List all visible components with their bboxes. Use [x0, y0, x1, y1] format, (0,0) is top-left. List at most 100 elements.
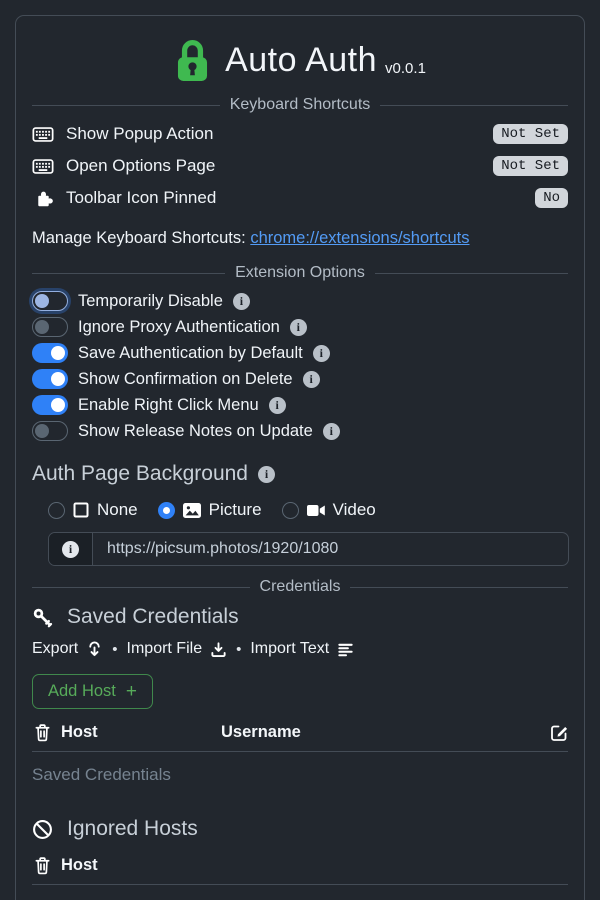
- ignored-hosts-empty-text: Ignored Hosts: [32, 885, 568, 900]
- ignored-hosts-heading: Ignored Hosts: [32, 814, 568, 844]
- toggle-label: Temporarily Disable: [78, 292, 223, 311]
- shortcut-label: Toolbar Icon Pinned: [66, 188, 216, 208]
- toggle-row: Show Release Notes on Update i: [32, 418, 568, 444]
- toggle-ignore-proxy-auth[interactable]: [32, 317, 68, 337]
- toggle-label: Save Authentication by Default: [78, 344, 303, 363]
- toggle-label: Ignore Proxy Authentication: [78, 318, 280, 337]
- toggle-row: Save Authentication by Default i: [32, 340, 568, 366]
- info-icon[interactable]: i: [303, 371, 320, 388]
- shortcut-label: Open Options Page: [66, 156, 215, 176]
- shortcut-status-badge: No: [535, 188, 568, 208]
- add-host-label: Add Host: [48, 682, 116, 701]
- toggle-temporarily-disable[interactable]: [32, 291, 68, 311]
- edit-icon[interactable]: [546, 724, 568, 742]
- background-choice-group: None Picture Video: [48, 498, 568, 522]
- saved-credentials-heading: Saved Credentials: [32, 602, 568, 632]
- square-icon: [73, 502, 89, 518]
- toggle-label: Enable Right Click Menu: [78, 396, 259, 415]
- radio-label: Video: [333, 500, 376, 520]
- import-file-action[interactable]: Import File: [127, 640, 228, 658]
- export-label: Export: [32, 640, 78, 658]
- toggle-row: Enable Right Click Menu i: [32, 392, 568, 418]
- manage-shortcuts-label: Manage Keyboard Shortcuts:: [32, 229, 246, 247]
- info-icon[interactable]: i: [258, 466, 275, 483]
- auth-background-heading: Auth Page Background i: [32, 460, 568, 488]
- credentials-actions: Export • Import File • Import Text: [32, 637, 568, 661]
- toggle-release-notes[interactable]: [32, 421, 68, 441]
- saved-credentials-empty-text: Saved Credentials: [32, 752, 568, 798]
- app-version: v0.0.1: [385, 60, 426, 77]
- app-header: Auto Auth v0.0.1: [32, 34, 568, 86]
- saved-credentials-table-header: Host Username: [32, 723, 568, 752]
- shortcut-row: Open Options Page Not Set: [32, 150, 568, 182]
- plus-icon: +: [126, 685, 137, 699]
- radio-button[interactable]: [158, 502, 175, 519]
- info-icon[interactable]: i: [233, 293, 250, 310]
- info-icon[interactable]: i: [290, 319, 307, 336]
- section-title: Ignored Hosts: [67, 817, 198, 841]
- toggle-save-auth-default[interactable]: [32, 343, 68, 363]
- toggle-label: Show Confirmation on Delete: [78, 370, 293, 389]
- import-text-label: Import Text: [250, 640, 329, 658]
- radio-button[interactable]: [282, 502, 299, 519]
- toggle-label: Show Release Notes on Update: [78, 422, 313, 441]
- radio-picture[interactable]: Picture: [158, 500, 262, 520]
- section-title: Saved Credentials: [67, 605, 239, 629]
- key-icon: [32, 607, 53, 628]
- lock-icon: [174, 38, 211, 83]
- bullet-separator: •: [236, 641, 241, 658]
- info-icon[interactable]: i: [62, 541, 79, 558]
- import-text-action[interactable]: Import Text: [250, 640, 354, 658]
- trash-icon: [32, 856, 52, 875]
- toggle-row: Show Confirmation on Delete i: [32, 366, 568, 392]
- options-card: Auto Auth v0.0.1 Keyboard Shortcuts: [15, 15, 585, 900]
- import-text-icon: [337, 641, 354, 658]
- background-url-group: i: [48, 532, 569, 566]
- toggle-confirm-on-delete[interactable]: [32, 369, 68, 389]
- video-camera-icon: [307, 504, 325, 517]
- keyboard-icon: [32, 127, 54, 142]
- add-host-button[interactable]: Add Host +: [32, 674, 153, 709]
- shortcut-row: Show Popup Action Not Set: [32, 118, 568, 150]
- shortcut-row: Toolbar Icon Pinned No: [32, 182, 568, 214]
- bullet-separator: •: [112, 641, 117, 658]
- import-file-label: Import File: [127, 640, 203, 658]
- divider-label: Credentials: [260, 578, 341, 596]
- column-host: Host: [61, 856, 221, 875]
- keyboard-icon: [32, 159, 54, 174]
- shortcut-status-badge: Not Set: [493, 156, 568, 176]
- background-url-input[interactable]: [93, 533, 568, 565]
- section-title: Auth Page Background: [32, 462, 248, 486]
- ignored-hosts-table-header: Host: [32, 856, 568, 885]
- radio-none[interactable]: None: [48, 500, 138, 520]
- manage-shortcuts-line: Manage Keyboard Shortcuts: chrome://exte…: [32, 229, 568, 248]
- manage-shortcuts-link[interactable]: chrome://extensions/shortcuts: [250, 229, 469, 247]
- column-host: Host: [61, 723, 221, 742]
- info-icon[interactable]: i: [269, 397, 286, 414]
- export-icon: [86, 641, 103, 658]
- app-title: Auto Auth: [225, 41, 377, 80]
- credentials-divider: Credentials: [32, 578, 568, 596]
- toggle-right-click-menu[interactable]: [32, 395, 68, 415]
- radio-video[interactable]: Video: [282, 500, 376, 520]
- column-username: Username: [221, 723, 546, 742]
- puzzle-icon: [32, 189, 54, 208]
- extension-options-divider: Extension Options: [32, 264, 568, 282]
- divider-label: Extension Options: [235, 264, 365, 282]
- info-icon[interactable]: i: [313, 345, 330, 362]
- shortcut-status-badge: Not Set: [493, 124, 568, 144]
- info-icon[interactable]: i: [323, 423, 340, 440]
- radio-label: None: [97, 500, 138, 520]
- circle-slash-icon: [32, 819, 53, 840]
- keyboard-shortcuts-divider: Keyboard Shortcuts: [32, 96, 568, 114]
- trash-icon: [32, 723, 52, 742]
- export-action[interactable]: Export: [32, 640, 103, 658]
- toggle-row: Temporarily Disable i: [32, 288, 568, 314]
- picture-icon: [183, 503, 201, 518]
- toggle-list: Temporarily Disable i Ignore Proxy Authe…: [32, 288, 568, 444]
- radio-label: Picture: [209, 500, 262, 520]
- radio-button[interactable]: [48, 502, 65, 519]
- divider-label: Keyboard Shortcuts: [230, 96, 371, 114]
- import-file-icon: [210, 641, 227, 658]
- url-input-addon: i: [49, 533, 93, 565]
